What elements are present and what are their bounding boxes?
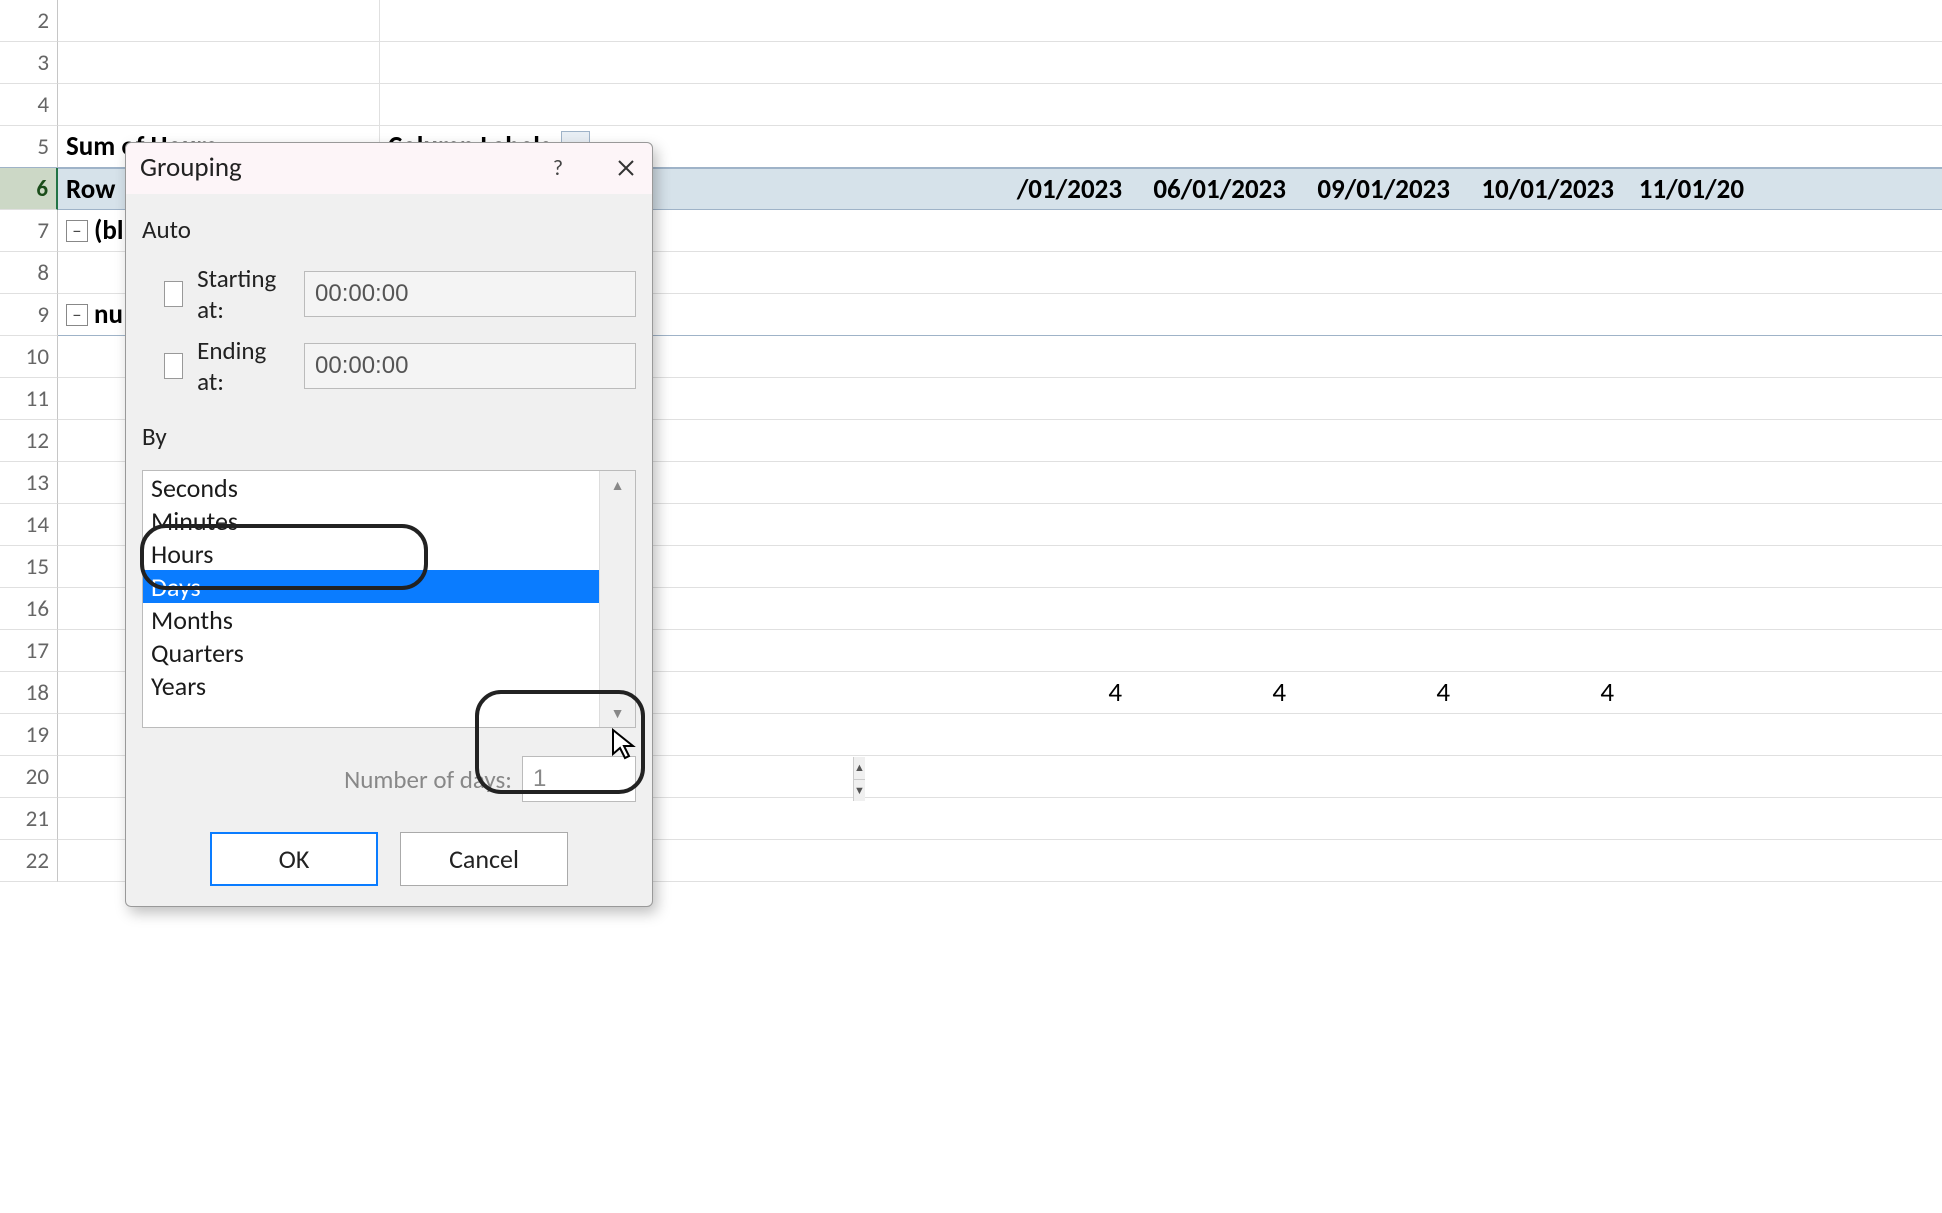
pivot-value-cell[interactable]: 4 — [966, 672, 1130, 713]
row-headers: 2 3 4 5 6 7 8 9 10 11 12 13 14 15 16 17 … — [0, 0, 58, 882]
row-header-active[interactable]: 6 — [0, 168, 58, 210]
starting-at-input[interactable] — [304, 271, 636, 317]
pivot-value-cell[interactable]: 4 — [1458, 672, 1622, 713]
pivot-value-cell[interactable]: 4 — [1130, 672, 1294, 713]
pivot-date-header[interactable]: 11/01/20 — [1622, 169, 1752, 209]
listbox-scrollbar[interactable]: ▲ ▼ — [599, 471, 635, 727]
collapse-icon[interactable]: − — [66, 220, 88, 242]
pivot-null-label: nu — [94, 298, 123, 331]
list-item-years[interactable]: Years — [143, 669, 599, 702]
list-item-minutes[interactable]: Minutes — [143, 504, 599, 537]
ending-at-input[interactable] — [304, 343, 636, 389]
spinner-down-icon[interactable]: ▼ — [853, 780, 865, 802]
row-header[interactable]: 19 — [0, 714, 58, 756]
row-header[interactable]: 8 — [0, 252, 58, 294]
by-section-label: By — [142, 421, 636, 452]
pivot-date-header[interactable]: 09/01/2023 — [1294, 169, 1458, 209]
spinner-up-icon[interactable]: ▲ — [853, 757, 865, 780]
number-of-days-spinner[interactable]: ▲ ▼ — [522, 756, 636, 802]
cancel-button[interactable]: Cancel — [400, 832, 568, 886]
pivot-date-header[interactable]: /01/2023 — [966, 169, 1130, 209]
row-header[interactable]: 16 — [0, 588, 58, 630]
row-header[interactable]: 5 — [0, 126, 58, 168]
ending-at-label: Ending at: — [197, 335, 290, 397]
scroll-down-icon[interactable]: ▼ — [600, 699, 635, 727]
auto-section-label: Auto — [142, 214, 636, 245]
list-item-months[interactable]: Months — [143, 603, 599, 636]
dialog-title: Grouping — [140, 151, 242, 184]
list-item-quarters[interactable]: Quarters — [143, 636, 599, 669]
row-header[interactable]: 17 — [0, 630, 58, 672]
row-header[interactable]: 21 — [0, 798, 58, 840]
list-item-seconds[interactable]: Seconds — [143, 471, 599, 504]
pivot-date-header[interactable]: 10/01/2023 — [1458, 169, 1622, 209]
number-of-days-label: Number of days: — [344, 764, 512, 795]
scroll-up-icon[interactable]: ▲ — [600, 471, 635, 499]
pivot-value-cell[interactable]: 4 — [1294, 672, 1458, 713]
row-header[interactable]: 12 — [0, 420, 58, 462]
grouping-dialog: Grouping ? Auto Starting at: Ending at: … — [125, 142, 653, 907]
row-header[interactable]: 18 — [0, 672, 58, 714]
row-header[interactable]: 10 — [0, 336, 58, 378]
ok-button[interactable]: OK — [210, 832, 378, 886]
starting-at-checkbox[interactable] — [164, 281, 183, 307]
row-header[interactable]: 11 — [0, 378, 58, 420]
row-header[interactable]: 9 — [0, 294, 58, 336]
row-header[interactable]: 14 — [0, 504, 58, 546]
row-header[interactable]: 13 — [0, 462, 58, 504]
pivot-blank-label: (bl — [94, 214, 124, 247]
list-item-hours[interactable]: Hours — [143, 537, 599, 570]
row-header[interactable]: 20 — [0, 756, 58, 798]
starting-at-label: Starting at: — [197, 263, 290, 325]
row-header[interactable]: 3 — [0, 42, 58, 84]
grouping-listbox[interactable]: Seconds Minutes Hours Days Months Quarte… — [142, 470, 636, 728]
list-item-days[interactable]: Days — [143, 570, 599, 603]
row-header[interactable]: 22 — [0, 840, 58, 882]
row-header[interactable]: 2 — [0, 0, 58, 42]
number-of-days-input[interactable] — [523, 757, 853, 801]
row-header[interactable]: 4 — [0, 84, 58, 126]
help-icon[interactable]: ? — [544, 154, 572, 182]
row-header[interactable]: 7 — [0, 210, 58, 252]
ending-at-checkbox[interactable] — [164, 353, 183, 379]
dialog-titlebar: Grouping ? — [126, 143, 652, 194]
close-icon[interactable] — [612, 154, 640, 182]
pivot-date-header[interactable]: 06/01/2023 — [1130, 169, 1294, 209]
row-header[interactable]: 15 — [0, 546, 58, 588]
collapse-icon[interactable]: − — [66, 304, 88, 326]
